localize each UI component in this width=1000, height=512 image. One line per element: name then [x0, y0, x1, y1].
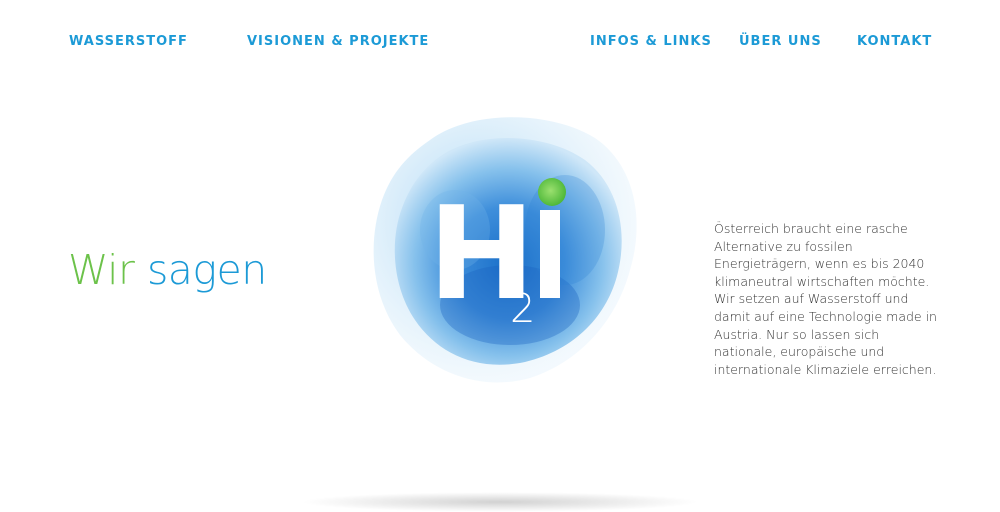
nav-link-kontakt[interactable]: KONTAKT [857, 34, 932, 49]
headline-word-sagen: sagen [146, 246, 267, 294]
nav-link-ueber-uns[interactable]: ÜBER UNS [739, 34, 822, 49]
logo-subscript-2: 2 [510, 286, 535, 332]
main-navigation: WASSERSTOFF VISIONEN & PROJEKTE INFOS & … [0, 0, 1000, 84]
hero-headline: Wir sagen [68, 246, 267, 294]
nav-link-visionen-projekte[interactable]: VISIONEN & PROJEKTE [247, 34, 429, 49]
logo-letter-i-stem [540, 210, 560, 298]
nav-link-infos-links[interactable]: INFOS & LINKS [590, 34, 712, 49]
watercolor-logo-graphic: H 2 [373, 117, 637, 383]
bottom-shadow-divider [300, 492, 700, 512]
green-dot-icon [538, 178, 566, 206]
hero-paragraph: Österreich braucht eine rasche Alternati… [714, 221, 937, 377]
nav-link-wasserstoff[interactable]: WASSERSTOFF [69, 34, 188, 49]
headline-word-wir: Wir [68, 246, 135, 294]
h2i-logo: H 2 [360, 110, 650, 390]
